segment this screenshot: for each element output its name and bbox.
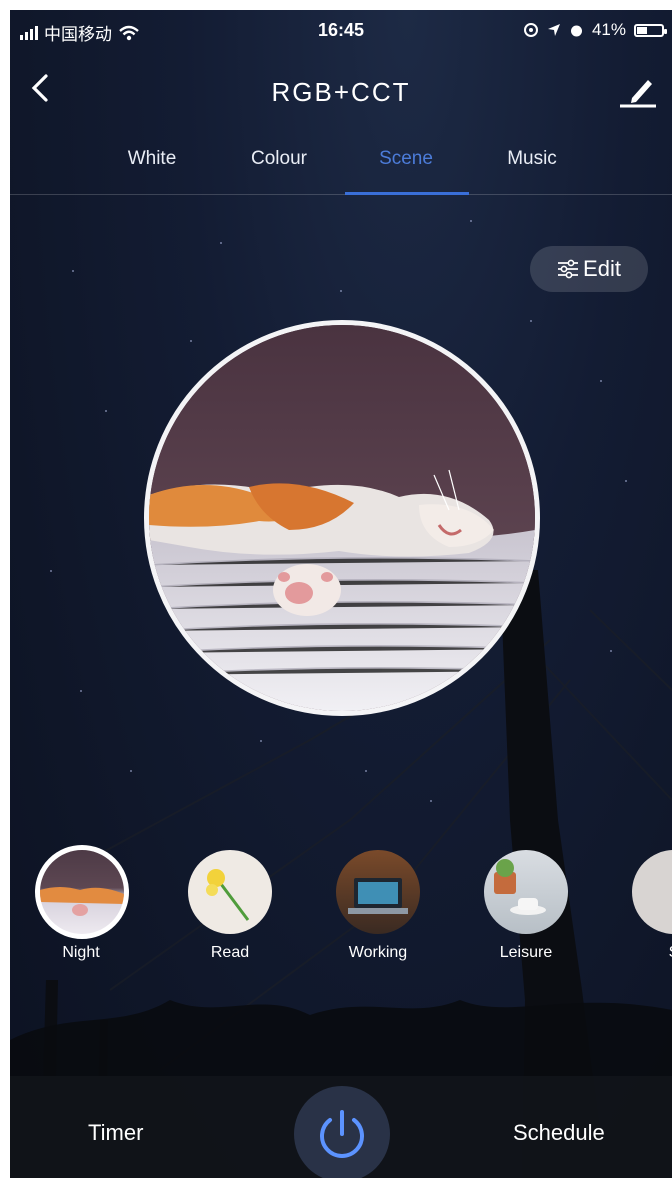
page-title: RGB+CCT xyxy=(271,77,411,107)
power-button[interactable] xyxy=(294,1086,390,1178)
power-icon xyxy=(320,1110,364,1158)
pen-icon[interactable] xyxy=(618,70,658,110)
active-tab-indicator xyxy=(345,192,469,195)
scene-chip-leisure[interactable]: Leisure xyxy=(480,850,572,962)
edit-scene-button[interactable]: Edit xyxy=(530,246,648,292)
tab-colour[interactable]: Colour xyxy=(217,148,341,170)
status-bar: 中国移动 16:45 41% xyxy=(10,10,672,52)
scene-chip-night[interactable]: Night xyxy=(35,845,129,962)
leisure-thumb-cup xyxy=(494,859,546,915)
battery-icon xyxy=(634,23,667,37)
edit-label: Edit xyxy=(583,256,621,281)
scene-label-leisure: Leisure xyxy=(499,944,553,961)
nav-bar: RGB+CCT xyxy=(10,52,672,132)
working-scene-thumbnail xyxy=(336,850,420,934)
battery-percent: 41% xyxy=(591,20,626,39)
read-thumb-flower xyxy=(206,869,250,921)
alarm-icon xyxy=(570,25,582,36)
selected-scene-image xyxy=(144,320,540,716)
sleeping-cat-image xyxy=(149,325,535,711)
scene-label-working: Working xyxy=(348,944,408,961)
leisure-scene-thumbnail xyxy=(484,850,568,934)
night-thumb-cat xyxy=(40,887,124,916)
app-screen: 中国移动 16:45 41% RGB+CCT White Colour Scen… xyxy=(10,10,672,1178)
tab-scene[interactable]: Scene xyxy=(344,148,468,170)
scene-label-read: Read xyxy=(210,944,250,961)
timer-button[interactable]: Timer xyxy=(88,1120,143,1146)
tab-white[interactable]: White xyxy=(90,148,214,170)
partial-scene-thumbnail xyxy=(632,850,672,934)
working-thumb-laptop xyxy=(348,878,408,914)
lock-rotation-icon xyxy=(523,23,538,37)
location-icon xyxy=(547,24,560,36)
scene-label-night: Night xyxy=(62,944,100,961)
night-scene-thumbnail xyxy=(35,845,129,939)
scene-chip-working[interactable]: Working xyxy=(332,850,424,962)
sliders-icon xyxy=(558,259,579,279)
mode-tabs: White Colour Scene Music xyxy=(10,132,672,195)
scene-label-partial: S xyxy=(628,944,672,962)
scene-chip-partial[interactable]: S xyxy=(628,850,672,962)
read-scene-thumbnail xyxy=(188,850,272,934)
scene-chip-read[interactable]: Read xyxy=(184,850,276,962)
tab-music[interactable]: Music xyxy=(470,148,594,170)
schedule-button[interactable]: Schedule xyxy=(513,1120,605,1146)
